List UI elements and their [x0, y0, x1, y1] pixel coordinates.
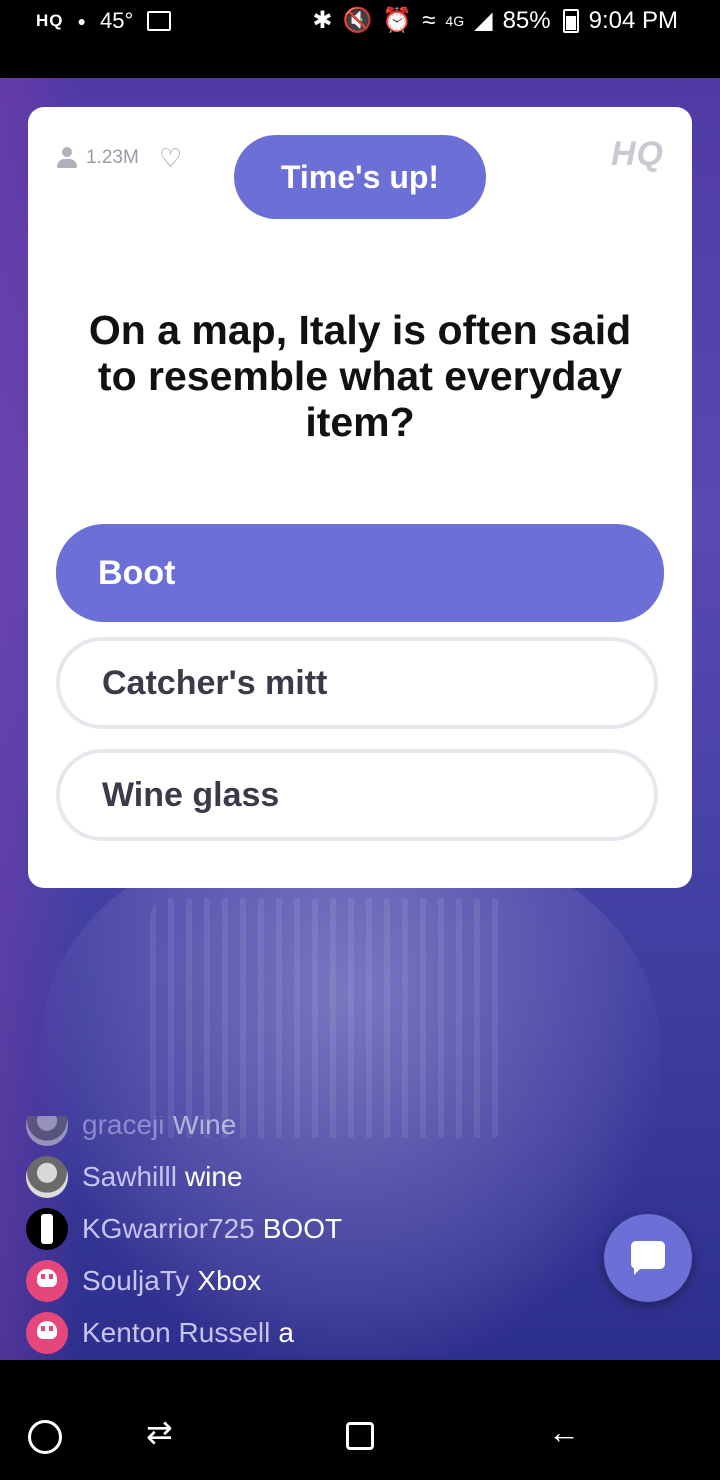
status-right: ✱ 🔇 ⏰ ≈ 4G ◢ 85% 9:04 PM — [312, 6, 678, 35]
battery-percent: 85% — [502, 6, 551, 34]
timer-status: Time's up! — [234, 135, 486, 219]
network-type: 4G — [445, 12, 465, 29]
android-nav-bar: ⇄ ← — [0, 1360, 720, 1480]
chat-username: SouljaTy — [82, 1265, 190, 1296]
status-bar: HQ ● 45° ✱ 🔇 ⏰ ≈ 4G ◢ 85% 9:04 PM — [0, 0, 720, 78]
back-icon[interactable]: ← — [548, 1416, 580, 1448]
image-icon — [147, 11, 172, 31]
chat-username: Kenton Russell — [82, 1317, 271, 1348]
clock: 9:04 PM — [588, 6, 678, 34]
signal-icon: ◢ — [474, 7, 493, 34]
avatar — [26, 1156, 68, 1198]
chat-message: KGwarrior725 BOOT — [26, 1208, 342, 1250]
battery-icon — [562, 8, 579, 33]
hq-notification-icon: HQ — [36, 11, 64, 30]
wifi-icon: ≈ — [422, 6, 436, 34]
status-left: HQ ● 45° — [36, 8, 172, 34]
chat-message: SouljaTy Xbox — [26, 1260, 261, 1302]
chat-message: Kenton Russell a — [26, 1312, 294, 1354]
chat-message: Sawhilll wine — [26, 1156, 243, 1198]
answer-option-3[interactable]: Wine glass — [56, 749, 658, 841]
recent-apps-icon[interactable]: ⇄ — [146, 1416, 173, 1448]
chat-button[interactable] — [604, 1214, 692, 1302]
chat-text: BOOT — [262, 1213, 343, 1244]
question-text: On a map, Italy is often said to resembl… — [88, 307, 632, 445]
chat-username: Sawhilll — [82, 1161, 177, 1192]
answer-option-2[interactable]: Catcher's mitt — [56, 637, 658, 729]
alarm-icon: ⏰ — [382, 7, 413, 34]
home-icon[interactable] — [346, 1422, 374, 1450]
hq-logo: HQ — [611, 135, 664, 173]
mute-icon: 🔇 — [342, 7, 373, 34]
chat-text: a — [278, 1317, 294, 1348]
chat-text: wine — [184, 1161, 243, 1192]
game-launcher-icon[interactable] — [28, 1420, 62, 1454]
user-icon — [56, 147, 78, 169]
avatar — [26, 1312, 68, 1354]
temperature: 45° — [99, 8, 134, 33]
viewer-count: 1.23M ♡ — [56, 145, 182, 171]
heart-icon[interactable]: ♡ — [159, 145, 182, 171]
avatar — [26, 1260, 68, 1302]
chat-text: Xbox — [197, 1265, 262, 1296]
chat-username: KGwarrior725 — [82, 1213, 255, 1244]
answer-option-1[interactable]: Boot — [56, 524, 664, 622]
avatar — [26, 1208, 68, 1250]
location-icon: ● — [77, 13, 86, 29]
viewer-count-label: 1.23M — [86, 147, 139, 168]
question-card: 1.23M ♡ Time's up! HQ On a map, Italy is… — [28, 107, 692, 888]
host-sweater — [150, 898, 510, 1138]
bluetooth-icon: ✱ — [312, 7, 333, 34]
